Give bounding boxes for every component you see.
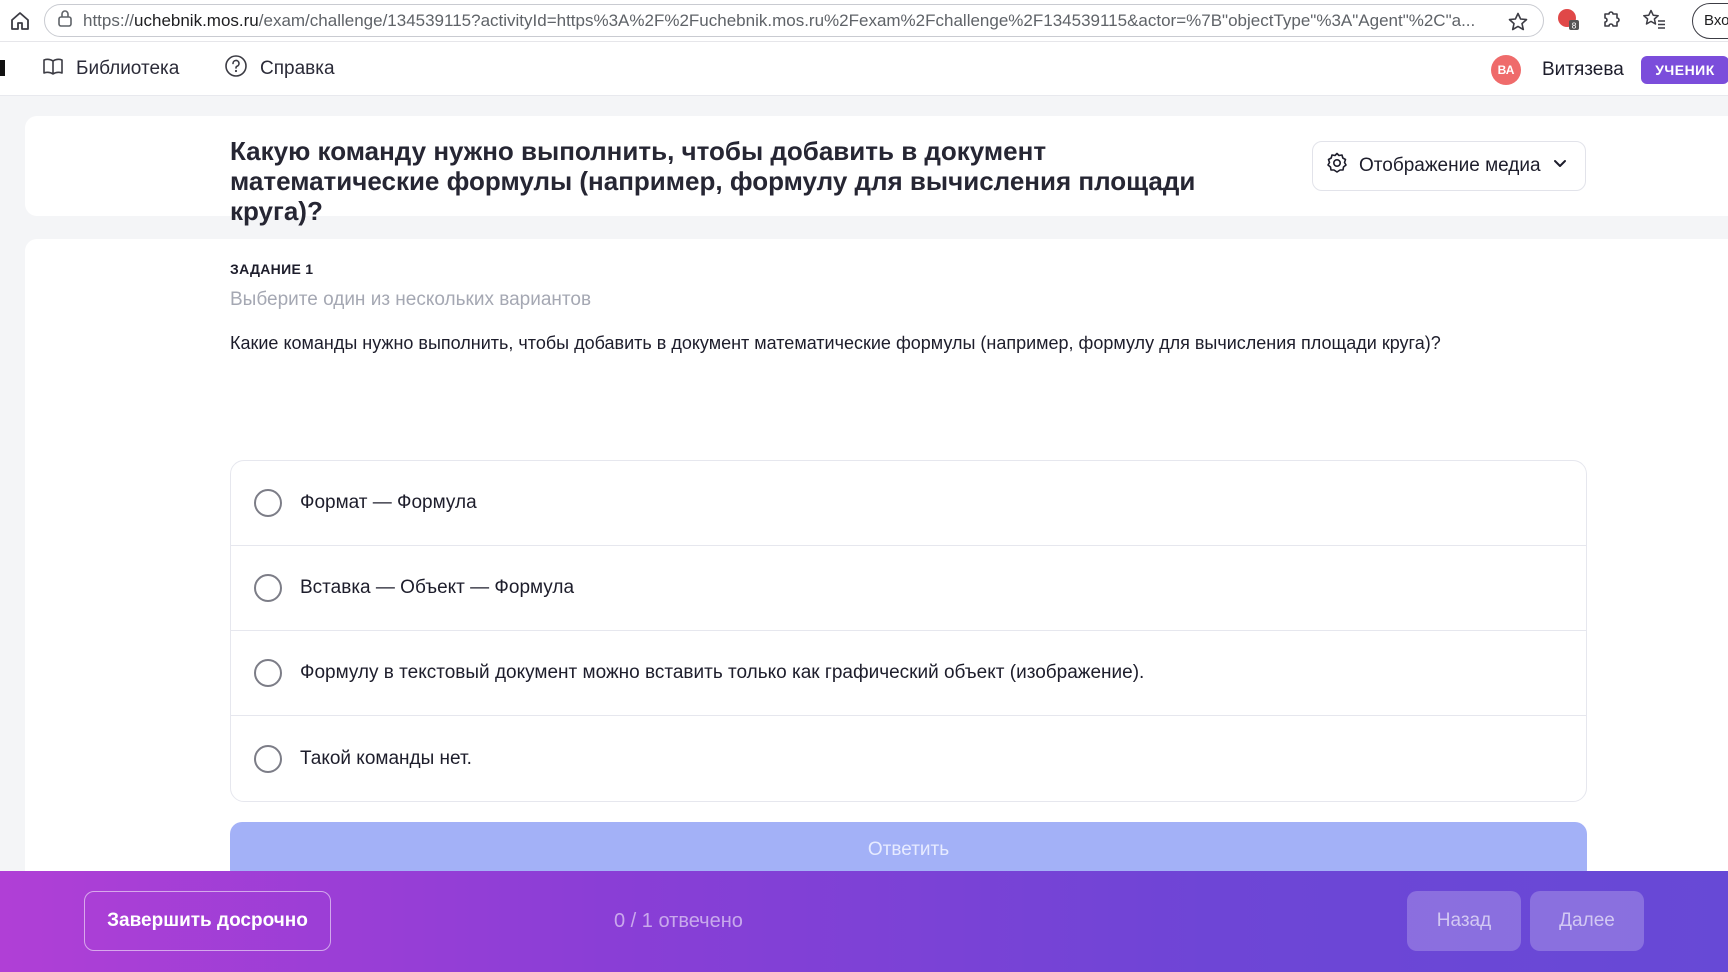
radio-button[interactable]	[254, 574, 282, 602]
chevron-down-icon	[1551, 154, 1569, 178]
next-button[interactable]: Далее	[1530, 891, 1644, 951]
adblock-extension-icon[interactable]: 8	[1556, 7, 1580, 36]
nav-library-label: Библиотека	[76, 58, 180, 79]
browser-login-button[interactable]: Вход	[1692, 3, 1728, 39]
finish-early-button[interactable]: Завершить досрочно	[84, 891, 331, 951]
media-display-dropdown[interactable]: Отображение медиа	[1312, 141, 1586, 191]
avatar[interactable]: ВА	[1491, 55, 1521, 85]
lock-icon[interactable]	[57, 9, 73, 32]
address-bar[interactable]: https://uchebnik.mos.ru/exam/challenge/1…	[44, 4, 1544, 37]
question-header-card: Какую команду нужно выполнить, чтобы доб…	[25, 116, 1728, 226]
radio-button[interactable]	[254, 489, 282, 517]
answer-options: Формат — Формула Вставка — Объект — Форм…	[230, 460, 1587, 802]
bottom-action-bar: Завершить досрочно 0 / 1 отвечено Назад …	[0, 871, 1728, 972]
nav-edge-marker	[0, 60, 5, 76]
radio-button[interactable]	[254, 744, 282, 773]
option-label: Такой команды нет.	[300, 747, 472, 769]
site-navigation: Библиотека Справка ВА Витязева УЧЕНИК	[0, 42, 1728, 96]
home-icon[interactable]	[0, 0, 40, 42]
book-icon	[42, 56, 64, 82]
nav-help[interactable]: Справка	[224, 42, 335, 96]
option-label: Вставка — Объект — Формула	[300, 577, 575, 598]
extensions-puzzle-icon[interactable]	[1600, 8, 1622, 35]
answer-option[interactable]: Вставка — Объект — Формула	[231, 546, 1586, 631]
help-circle-icon	[224, 54, 248, 84]
answer-option[interactable]: Такой команды нет.	[231, 716, 1586, 801]
back-button[interactable]: Назад	[1407, 891, 1521, 951]
browser-toolbar: https://uchebnik.mos.ru/exam/challenge/1…	[0, 0, 1728, 42]
gear-icon	[1325, 151, 1349, 181]
task-question: Какие команды нужно выполнить, чтобы доб…	[230, 333, 1441, 353]
url-text: https://uchebnik.mos.ru/exam/challenge/1…	[83, 10, 1476, 30]
favorites-icon[interactable]	[1642, 8, 1666, 35]
page-title: Какую команду нужно выполнить, чтобы доб…	[230, 136, 1196, 226]
nav-library[interactable]: Библиотека	[42, 42, 179, 96]
user-name[interactable]: Витязева	[1542, 42, 1624, 98]
task-number-label: ЗАДАНИЕ 1	[230, 261, 314, 277]
media-display-label: Отображение медиа	[1359, 155, 1541, 176]
radio-button[interactable]	[254, 659, 282, 687]
bookmark-star-icon[interactable]	[1507, 11, 1529, 38]
nav-help-label: Справка	[260, 58, 335, 79]
svg-text:8: 8	[1572, 21, 1577, 30]
progress-counter: 0 / 1 отвечено	[614, 910, 743, 932]
option-label: Формулу в текстовый документ можно встав…	[300, 662, 1145, 683]
task-hint: Выберите один из нескольких вариантов	[230, 289, 592, 310]
task-card: ЗАДАНИЕ 1 Выберите один из нескольких ва…	[25, 239, 1728, 959]
answer-option[interactable]: Формулу в текстовый документ можно встав…	[231, 631, 1586, 716]
answer-option[interactable]: Формат — Формула	[231, 461, 1586, 546]
option-label: Формат — Формула	[300, 492, 477, 513]
role-badge: УЧЕНИК	[1641, 56, 1728, 84]
